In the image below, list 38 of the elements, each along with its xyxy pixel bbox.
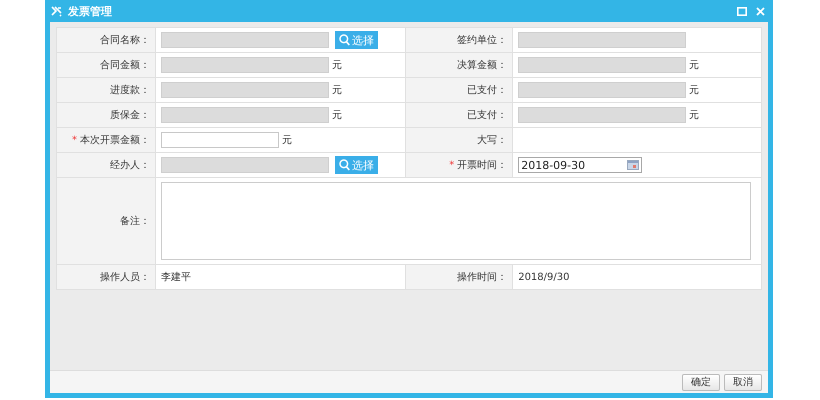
field-value: 2018/9/30 [518, 272, 570, 282]
field-label: 大写： [477, 135, 508, 146]
field-label: 开票时间： [457, 160, 508, 171]
unit-label: 元 [689, 59, 700, 72]
dialog-button[interactable]: 取消 [724, 374, 762, 390]
field-label: 已支付： [467, 110, 508, 121]
field-label: 合同金额： [100, 60, 150, 71]
field-label: 备注： [120, 216, 150, 227]
field-label: 质保金： [110, 110, 150, 121]
search-icon [339, 34, 350, 46]
field-label: 操作时间： [457, 272, 508, 283]
date-field[interactable]: 2018-09-30 [518, 157, 642, 173]
unit-label: 元 [689, 84, 700, 97]
field-label: 经办人： [110, 160, 150, 171]
maximize-icon[interactable] [737, 6, 747, 16]
field-label: 进度款： [110, 85, 150, 96]
unit-label: 元 [332, 109, 342, 122]
remark-textarea[interactable] [161, 182, 751, 260]
field-label: 操作人员： [100, 272, 150, 283]
window-title: 发票管理 [68, 4, 112, 18]
required-mark: * [72, 135, 77, 146]
unit-label: 元 [689, 109, 700, 122]
dialog-button[interactable]: 确定 [682, 374, 720, 390]
unit-label: 元 [282, 134, 292, 147]
field-label: 合同名称： [100, 35, 150, 46]
field-value: 李建平 [161, 270, 191, 284]
close-icon[interactable] [756, 6, 765, 16]
app-icon [51, 6, 62, 16]
calendar-icon[interactable] [627, 160, 640, 170]
field-label: 决算金额： [457, 60, 508, 71]
unit-label: 元 [332, 59, 342, 72]
required-mark: * [449, 160, 454, 171]
field-label: 已支付： [467, 85, 508, 96]
search-icon [339, 159, 350, 171]
amount-input[interactable] [161, 132, 279, 148]
field-label: 签约单位： [457, 35, 508, 46]
unit-label: 元 [332, 84, 342, 97]
field-label: 本次开票金额： [80, 135, 150, 146]
